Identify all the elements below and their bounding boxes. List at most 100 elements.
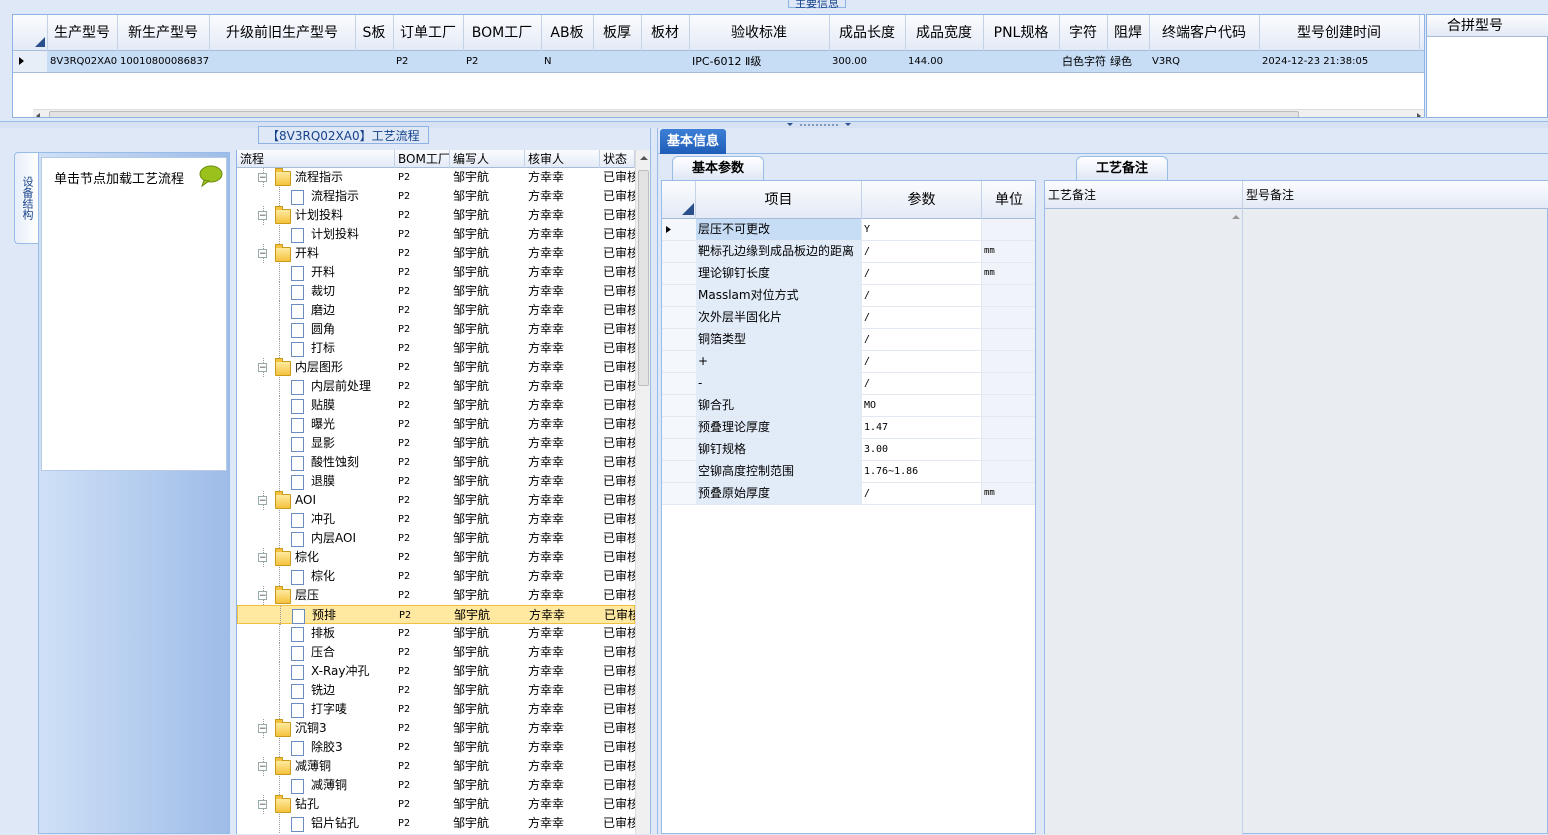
tree-row[interactable]: − 流程指示 P2 邹宇航 方幸幸 已审核 xyxy=(237,168,635,187)
column-header[interactable]: 编写人 xyxy=(450,150,525,168)
horizontal-splitter[interactable] xyxy=(0,121,1548,128)
tree-row[interactable]: 计划投料 P2 邹宇航 方幸幸 已审核 xyxy=(237,225,635,244)
tree-row[interactable]: 棕化 P2 邹宇航 方幸幸 已审核 xyxy=(237,567,635,586)
column-header[interactable]: 型号备注 xyxy=(1243,181,1548,209)
tree-row[interactable]: − 计划投料 P2 邹宇航 方幸幸 已审核 xyxy=(237,206,635,225)
param-value[interactable]: / xyxy=(862,351,982,372)
tab-device-structure[interactable]: 设备结构 xyxy=(14,152,38,244)
tree-row[interactable]: 冲孔 P2 邹宇航 方幸幸 已审核 xyxy=(237,510,635,529)
model-grid[interactable]: 生产型号 新生产型号 升级前旧生产型号 S板 订单工厂 BOM工厂 AB板 板厚 板材 验收标准成… xyxy=(12,14,1425,118)
column-header[interactable]: 工艺备注 xyxy=(1045,181,1243,209)
tree-row[interactable]: 曝光 P2 邹宇航 方幸幸 已审核 xyxy=(237,415,635,434)
process-flow-tree[interactable]: 流程BOM工厂编写人核审人状态 −流程指示P2邹宇航方幸幸已审核流程指示P2邹宇… xyxy=(236,150,650,834)
tree-row[interactable]: − 开料 P2 邹宇航 方幸幸 已审核 xyxy=(237,244,635,263)
column-header[interactable]: 生产型号 xyxy=(47,15,118,51)
tree-row[interactable]: 打标 P2 邹宇航 方幸幸 已审核 xyxy=(237,339,635,358)
param-row[interactable]: 靶标孔边缘到成品板边的距离 / mm xyxy=(662,241,1035,263)
column-header[interactable]: S板 xyxy=(355,15,394,51)
collapse-icon[interactable]: − xyxy=(258,496,267,506)
column-header[interactable]: AB板 xyxy=(541,15,594,51)
column-header[interactable]: 板厚 xyxy=(593,15,642,51)
column-header[interactable]: 板材 xyxy=(641,15,690,51)
column-header[interactable]: 字符 xyxy=(1059,15,1108,51)
param-row[interactable]: + / xyxy=(662,351,1035,373)
collapse-icon[interactable]: − xyxy=(258,800,267,810)
column-header[interactable]: 订单工厂 xyxy=(393,15,464,51)
column-header[interactable]: 终端客户代码 xyxy=(1149,15,1260,51)
table-row[interactable]: 8V3RQ02XA0 10010800086837 P2 P2 N IPC-6012 Ⅱ级… xyxy=(13,51,1424,73)
tree-row[interactable]: 显影 P2 邹宇航 方幸幸 已审核 xyxy=(237,434,635,453)
collapse-icon[interactable]: − xyxy=(258,363,267,373)
merge-model-grid[interactable]: 合拼型号 xyxy=(1426,14,1548,118)
column-header[interactable]: 型号创建时间 xyxy=(1259,15,1420,51)
param-row[interactable]: 理论铆钉长度 / mm xyxy=(662,263,1035,285)
tree-row[interactable]: 酸性蚀刻 P2 邹宇航 方幸幸 已审核 xyxy=(237,453,635,472)
param-row[interactable]: 空铆高度控制范围 1.76~1.86 xyxy=(662,461,1035,483)
column-header[interactable]: PNL规格 xyxy=(983,15,1060,51)
tree-row[interactable]: 铣边 P2 邹宇航 方幸幸 已审核 xyxy=(237,681,635,700)
tree-row[interactable]: 减薄铜 P2 邹宇航 方幸幸 已审核 xyxy=(237,776,635,795)
column-header[interactable]: 流程 xyxy=(237,150,395,168)
collapse-icon[interactable]: − xyxy=(258,591,267,601)
tree-row[interactable]: − 沉铜3 P2 邹宇航 方幸幸 已审核 xyxy=(237,719,635,738)
param-row[interactable]: 层压不可更改 Y xyxy=(662,219,1035,241)
param-row[interactable]: 预叠理论厚度 1.47 xyxy=(662,417,1035,439)
vertical-splitter[interactable] xyxy=(650,128,658,834)
column-header[interactable]: 核审人 xyxy=(525,150,600,168)
tip-box[interactable]: 单击节点加载工艺流程 xyxy=(41,157,227,471)
scroll-up-icon[interactable] xyxy=(638,153,650,163)
param-value[interactable]: / xyxy=(862,285,982,306)
tree-row[interactable]: 流程指示 P2 邹宇航 方幸幸 已审核 xyxy=(237,187,635,206)
tree-row[interactable]: 铝片钻孔 P2 邹宇航 方幸幸 已审核 xyxy=(237,814,635,833)
param-row[interactable]: 铜箔类型 / xyxy=(662,329,1035,351)
column-header[interactable]: 验收标准 xyxy=(689,15,830,51)
tree-row[interactable]: 磨边 P2 邹宇航 方幸幸 已审核 xyxy=(237,301,635,320)
tree-row[interactable]: 内层前处理 P2 邹宇航 方幸幸 已审核 xyxy=(237,377,635,396)
column-header[interactable]: BOM工厂 xyxy=(463,15,542,51)
collapse-icon[interactable]: − xyxy=(258,762,267,772)
tree-row[interactable]: 圆角 P2 邹宇航 方幸幸 已审核 xyxy=(237,320,635,339)
tree-row[interactable]: − 减薄铜 P2 邹宇航 方幸幸 已审核 xyxy=(237,757,635,776)
tree-row[interactable]: − 钻孔 P2 邹宇航 方幸幸 已审核 xyxy=(237,795,635,814)
tree-row[interactable]: X-Ray冲孔 P2 邹宇航 方幸幸 已审核 xyxy=(237,662,635,681)
tree-row[interactable]: 压合 P2 邹宇航 方幸幸 已审核 xyxy=(237,643,635,662)
craft-notes-grid[interactable]: 工艺备注 型号备注 xyxy=(1044,180,1548,835)
basic-params-grid[interactable]: 项目 参数 单位 层压不可更改 Y 靶标孔边缘到成品板边的距离 / mm 理论铆钉长度 / mm M… xyxy=(661,180,1036,834)
column-header[interactable]: 成品宽度 xyxy=(905,15,984,51)
param-value[interactable]: 1.76~1.86 xyxy=(862,461,982,482)
param-row[interactable]: - / xyxy=(662,373,1035,395)
param-value[interactable]: 1.47 xyxy=(862,417,982,438)
collapse-icon[interactable]: − xyxy=(258,553,267,563)
param-row[interactable]: 次外层半固化片 / xyxy=(662,307,1035,329)
column-header[interactable]: 状态 xyxy=(600,150,635,168)
column-header[interactable]: 升级前旧生产型号 xyxy=(209,15,356,51)
collapse-icon[interactable]: − xyxy=(258,211,267,221)
process-flow-body[interactable]: −流程指示P2邹宇航方幸幸已审核流程指示P2邹宇航方幸幸已审核−计划投料P2邹宇… xyxy=(237,168,636,834)
scroll-up-icon[interactable] xyxy=(1231,213,1241,221)
param-value[interactable]: / xyxy=(862,373,982,394)
column-header[interactable]: 单位 xyxy=(982,181,1035,219)
param-value[interactable]: / xyxy=(862,263,982,284)
collapse-icon[interactable]: − xyxy=(258,173,267,183)
craft-remark-field[interactable] xyxy=(1045,209,1243,835)
tree-row[interactable]: 除胶3 P2 邹宇航 方幸幸 已审核 xyxy=(237,738,635,757)
tab-basic-info[interactable]: 基本信息 xyxy=(660,129,726,154)
param-row[interactable]: 铆钉规格 3.00 xyxy=(662,439,1035,461)
param-row[interactable]: Masslam对位方式 / xyxy=(662,285,1035,307)
param-value[interactable]: Y xyxy=(862,219,982,240)
tab-craft-notes[interactable]: 工艺备注 xyxy=(1076,156,1168,180)
tree-row[interactable]: 排板 P2 邹宇航 方幸幸 已审核 xyxy=(237,624,635,643)
column-header[interactable]: 参数 xyxy=(862,181,982,219)
tree-row[interactable]: 开料 P2 邹宇航 方幸幸 已审核 xyxy=(237,263,635,282)
tree-row[interactable]: − 棕化 P2 邹宇航 方幸幸 已审核 xyxy=(237,548,635,567)
column-header[interactable]: 项目 xyxy=(696,181,862,219)
tree-row[interactable]: 内层AOI P2 邹宇航 方幸幸 已审核 xyxy=(237,529,635,548)
scroll-right-icon[interactable] xyxy=(1413,111,1425,118)
column-header[interactable]: 成品长度 xyxy=(829,15,906,51)
tree-row[interactable]: 退膜 P2 邹宇航 方幸幸 已审核 xyxy=(237,472,635,491)
param-value[interactable]: / xyxy=(862,483,982,504)
param-value[interactable]: / xyxy=(862,307,982,328)
tree-row[interactable]: − 内层图形 P2 邹宇航 方幸幸 已审核 xyxy=(237,358,635,377)
param-row[interactable]: 铆合孔 MO xyxy=(662,395,1035,417)
param-value[interactable]: 3.00 xyxy=(862,439,982,460)
